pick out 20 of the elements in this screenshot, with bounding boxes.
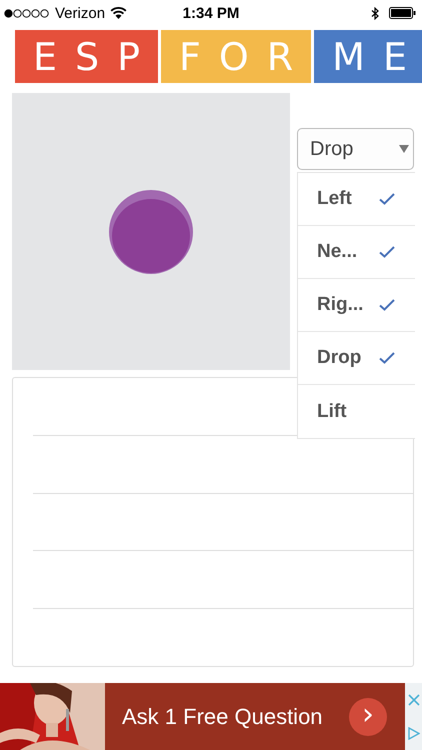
dropdown-select[interactable]: Drop [297, 128, 414, 170]
ad-arrow-button[interactable]: › [349, 698, 387, 736]
checkmark-icon [379, 193, 395, 205]
caret-icon [399, 145, 409, 153]
wifi-icon [110, 7, 128, 19]
ball-icon [108, 188, 194, 274]
signal-icon [4, 8, 50, 18]
logo-block: ME [314, 30, 422, 83]
ad-text: Ask 1 Free Question [122, 704, 324, 730]
clock-time: 1:34 PM [182, 4, 240, 22]
checkmark-icon [379, 352, 395, 364]
battery-icon [389, 7, 416, 19]
close-icon[interactable] [408, 694, 420, 706]
checkmark-icon [379, 246, 395, 258]
logo-block: FOR [161, 30, 312, 83]
logo-block: ESP [15, 30, 158, 83]
checkmark-icon [379, 299, 395, 311]
bluetooth-icon [371, 6, 379, 20]
play-triangle-icon[interactable] [408, 726, 420, 740]
carrier-name: Verizon [55, 4, 106, 22]
